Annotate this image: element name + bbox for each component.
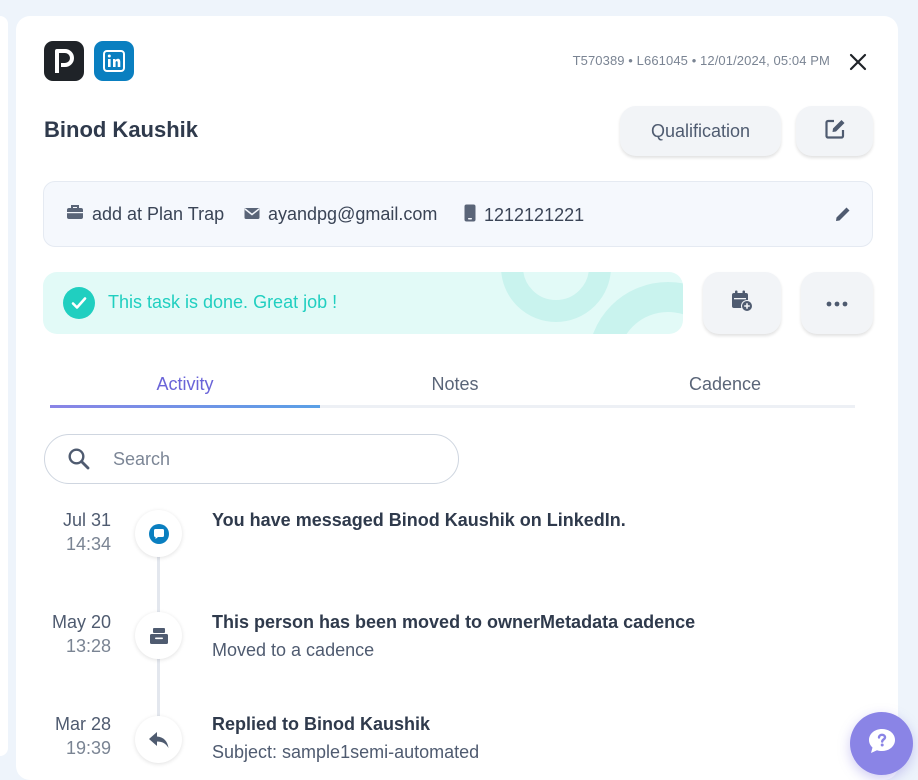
activity-time: 13:28 — [65, 636, 111, 656]
activity-title: Replied to Binod Kaushik — [212, 714, 431, 734]
banner-decoration — [501, 272, 611, 322]
task-detail-panel: T570389 • L661045 • 12/01/2024, 05:04 PM… — [16, 16, 898, 780]
activity-time: 19:39 — [65, 738, 111, 758]
reply-icon — [135, 716, 182, 763]
help-button[interactable] — [850, 712, 913, 775]
email-text: ayandpg@gmail.com — [268, 204, 438, 224]
more-horizontal-icon — [826, 294, 848, 312]
reschedule-button[interactable] — [703, 272, 781, 334]
qualification-button[interactable]: Qualification — [620, 106, 781, 156]
linkedin-message-icon — [135, 510, 182, 557]
tab-notes[interactable]: Notes — [320, 374, 590, 395]
pipedrive-logo-icon — [44, 41, 84, 81]
linkedin-logo-icon[interactable] — [94, 41, 134, 81]
activity-time: 14:34 — [65, 534, 111, 554]
search-icon — [67, 447, 91, 471]
activity-date: Jul 31 — [62, 510, 111, 530]
task-done-message: This task is done. Great job ! — [108, 292, 338, 312]
task-meta-info: T570389 • L661045 • 12/01/2024, 05:04 PM — [572, 53, 830, 68]
cadence-icon — [135, 612, 182, 659]
email-field[interactable]: ayandpg@gmail.com — [244, 204, 437, 225]
tab-activity[interactable]: Activity — [50, 374, 320, 395]
company-text: add at Plan Trap — [92, 204, 225, 224]
source-logos — [44, 41, 134, 81]
phone-field[interactable]: 1212121221 — [464, 204, 584, 227]
more-options-button[interactable] — [801, 272, 873, 334]
activity-date: Mar 28 — [54, 714, 111, 734]
check-circle-icon — [63, 287, 95, 319]
help-chat-icon — [867, 727, 897, 760]
edit-button[interactable] — [796, 106, 873, 156]
search-box — [44, 434, 459, 484]
activity-subtitle: Moved to a cadence — [212, 640, 375, 660]
briefcase-icon — [66, 204, 84, 225]
mail-icon — [244, 204, 260, 225]
edit-icon — [824, 118, 846, 145]
activity-title: You have messaged Binod Kaushik on Linke… — [212, 510, 626, 530]
close-icon[interactable] — [846, 50, 870, 74]
phone-text: 1212121221 — [484, 205, 585, 225]
calendar-add-icon — [730, 289, 754, 318]
activity-subtitle: Subject: sample1semi-automated — [212, 742, 480, 762]
tab-bar: Activity Notes Cadence — [50, 368, 855, 408]
contact-name: Binod Kaushik — [44, 117, 199, 142]
activity-date: May 20 — [51, 612, 111, 632]
background-panel-edge — [0, 16, 8, 756]
task-done-banner: This task is done. Great job ! — [43, 272, 683, 334]
active-tab-indicator — [50, 405, 320, 408]
pencil-icon[interactable] — [834, 205, 852, 228]
activity-title: This person has been moved to ownerMetad… — [212, 612, 696, 632]
phone-icon — [464, 204, 476, 227]
company-field: add at Plan Trap — [66, 204, 224, 225]
tab-cadence[interactable]: Cadence — [590, 374, 860, 395]
search-input[interactable] — [113, 448, 413, 470]
contact-info-card: add at Plan Trap ayandpg@gmail.com 12121… — [43, 181, 873, 247]
